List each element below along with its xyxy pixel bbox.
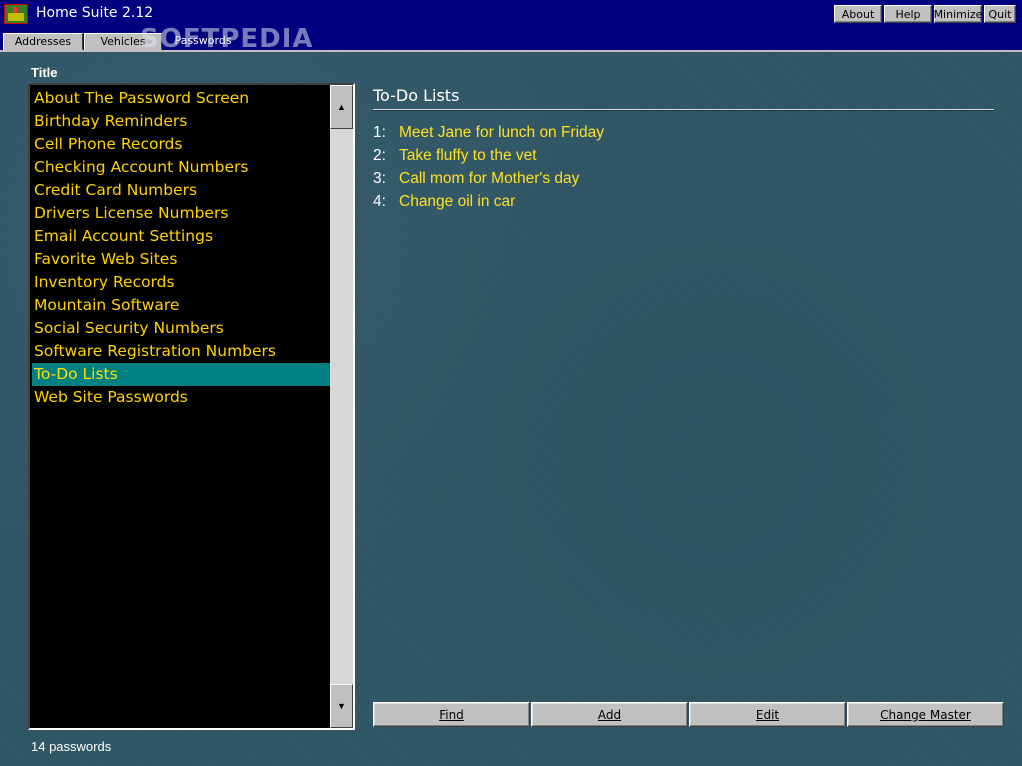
minimize-button[interactable]: Minimize: [934, 5, 982, 23]
detail-title: To-Do Lists: [373, 86, 460, 105]
change-master-button[interactable]: Change Master: [847, 702, 1004, 727]
list-item[interactable]: To-Do Lists: [32, 363, 330, 386]
todo-text: Call mom for Mother's day: [399, 170, 580, 187]
list-item[interactable]: Credit Card Numbers: [32, 179, 330, 202]
edit-button[interactable]: Edit: [689, 702, 846, 727]
list-header-title: Title: [31, 65, 58, 80]
password-list-items: About The Password Screen Birthday Remind…: [32, 87, 330, 409]
todo-entry: 2: Take fluffy to the vet: [373, 147, 973, 169]
list-item[interactable]: Mountain Software: [32, 294, 330, 317]
list-item[interactable]: Software Registration Numbers: [32, 340, 330, 363]
app-title: Home Suite 2.12: [36, 5, 154, 21]
todo-entry: 4: Change oil in car: [373, 193, 973, 215]
todo-number: 4:: [373, 193, 386, 210]
detail-divider: [373, 109, 994, 111]
password-list[interactable]: About The Password Screen Birthday Remind…: [28, 83, 355, 730]
about-button[interactable]: About: [834, 5, 882, 23]
list-item[interactable]: Social Security Numbers: [32, 317, 330, 340]
add-button[interactable]: Add: [531, 702, 688, 727]
todo-number: 2:: [373, 147, 386, 164]
list-item[interactable]: Favorite Web Sites: [32, 248, 330, 271]
list-scrollbar[interactable]: ▲ ▼: [330, 85, 353, 728]
todo-entry: 3: Call mom for Mother's day: [373, 170, 973, 192]
list-item[interactable]: Drivers License Numbers: [32, 202, 330, 225]
list-item[interactable]: Cell Phone Records: [32, 133, 330, 156]
todo-text: Change oil in car: [399, 193, 516, 210]
app-icon: [4, 4, 28, 24]
list-item[interactable]: Inventory Records: [32, 271, 330, 294]
help-button[interactable]: Help: [884, 5, 932, 23]
scroll-down-icon[interactable]: ▼: [330, 684, 353, 728]
todo-entry: 1: Meet Jane for lunch on Friday: [373, 124, 973, 146]
list-item[interactable]: Web Site Passwords: [32, 386, 330, 409]
todo-number: 1:: [373, 124, 386, 141]
title-bar: Home Suite 2.12 About Help Minimize Quit…: [0, 0, 1022, 52]
find-button[interactable]: Find: [373, 702, 530, 727]
scroll-up-icon[interactable]: ▲: [330, 85, 353, 129]
list-item[interactable]: About The Password Screen: [32, 87, 330, 110]
list-item[interactable]: Birthday Reminders: [32, 110, 330, 133]
quit-button[interactable]: Quit: [984, 5, 1016, 23]
password-count: 14 passwords: [31, 739, 112, 754]
tab-vehicles[interactable]: Vehicles: [84, 33, 162, 50]
tab-addresses[interactable]: Addresses: [3, 33, 83, 50]
list-item[interactable]: Email Account Settings: [32, 225, 330, 248]
todo-text: Meet Jane for lunch on Friday: [399, 124, 605, 141]
todo-number: 3:: [373, 170, 386, 187]
tab-passwords[interactable]: Passwords: [163, 32, 243, 49]
todo-text: Take fluffy to the vet: [399, 147, 537, 164]
scroll-track[interactable]: [330, 129, 353, 684]
list-item[interactable]: Checking Account Numbers: [32, 156, 330, 179]
